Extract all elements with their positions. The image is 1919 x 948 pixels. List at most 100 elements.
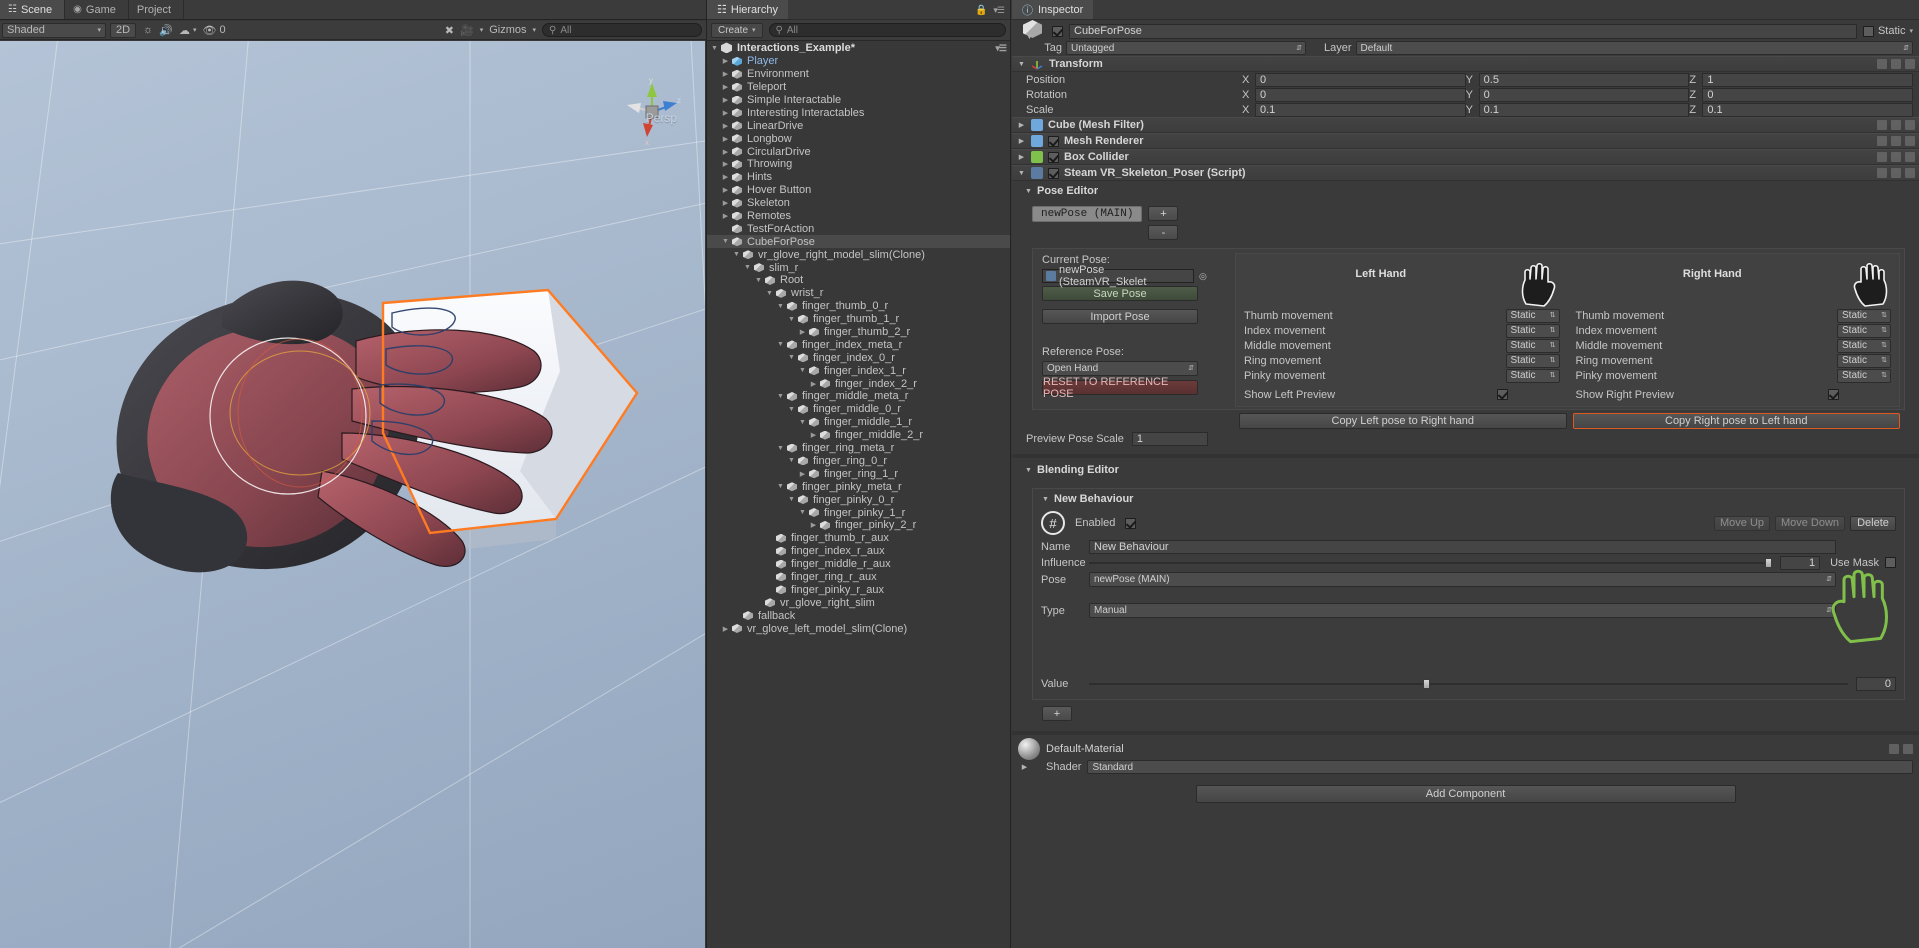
hierarchy-item-root[interactable]: ▼ Root xyxy=(707,274,1010,287)
gear-icon[interactable] xyxy=(1905,120,1915,130)
transform-rotation-y-input[interactable]: 0 xyxy=(1478,87,1690,102)
value-slider[interactable] xyxy=(1089,677,1848,691)
chevron-down-icon[interactable]: ▼ xyxy=(720,238,731,245)
chevron-down-icon[interactable]: ▼ xyxy=(797,509,808,516)
hierarchy-item-teleport[interactable]: ▶ Teleport xyxy=(707,81,1010,94)
hierarchy-item-finger-middle-0-r[interactable]: ▼ finger_middle_0_r xyxy=(707,403,1010,416)
hierarchy-item-fallback[interactable]: ▶fallback xyxy=(707,609,1010,622)
chevron-down-icon[interactable]: ▼ xyxy=(1017,61,1026,68)
hierarchy-item-finger-index-1-r[interactable]: ▼ finger_index_1_r xyxy=(707,364,1010,377)
right-hand-middle-movement-dropdown[interactable]: Static ⇅ xyxy=(1837,338,1891,353)
chevron-right-icon[interactable]: ▶ xyxy=(808,380,819,388)
hierarchy-item-cubeforpose[interactable]: ▼ CubeForPose xyxy=(707,235,1010,249)
scene-viewport[interactable]: y z x Persp xyxy=(0,41,705,948)
chevron-down-icon[interactable]: ▼ xyxy=(775,483,786,490)
chevron-down-icon[interactable]: ▼ xyxy=(753,277,764,284)
blending-editor-title-row[interactable]: ▼ Blending Editor xyxy=(1024,464,1919,476)
tab-hierarchy[interactable]: ☷ Hierarchy xyxy=(707,0,788,19)
component-header-box-collider[interactable]: ▶ Box Collider xyxy=(1012,149,1919,165)
gear-icon[interactable] xyxy=(1905,168,1915,178)
hierarchy-item-finger-middle-r-aux[interactable]: ▶finger_middle_r_aux xyxy=(707,558,1010,571)
hierarchy-item-finger-thumb-2-r[interactable]: ▶ finger_thumb_2_r xyxy=(707,326,1010,339)
hierarchy-item-vr-glove-right-slim[interactable]: ▶vr_glove_right_slim xyxy=(707,596,1010,609)
hierarchy-item-lineardrive[interactable]: ▶ LinearDrive xyxy=(707,119,1010,132)
gear-icon[interactable] xyxy=(1905,136,1915,146)
object-enabled-checkbox[interactable] xyxy=(1052,25,1063,37)
right-hand-thumb-movement-dropdown[interactable]: Static ⇅ xyxy=(1837,308,1891,323)
help-icon[interactable] xyxy=(1877,59,1887,69)
value-input[interactable]: 0 xyxy=(1856,676,1896,691)
behaviour-type-dropdown[interactable]: Manual ⇵ xyxy=(1089,603,1836,618)
chevron-down-icon[interactable]: ▼ xyxy=(786,316,797,323)
help-icon[interactable] xyxy=(1877,136,1887,146)
hierarchy-item-finger-thumb-0-r[interactable]: ▼ finger_thumb_0_r xyxy=(707,300,1010,313)
hierarchy-item-slim-r[interactable]: ▼ slim_r xyxy=(707,261,1010,274)
chevron-down-icon[interactable]: ▼ xyxy=(1024,188,1033,195)
help-icon[interactable] xyxy=(1877,120,1887,130)
copy-right-to-left-button[interactable]: Copy Right pose to Left hand xyxy=(1572,413,1900,429)
left-hand-thumb-movement-dropdown[interactable]: Static ⇅ xyxy=(1505,308,1560,323)
hierarchy-item-finger-pinky-r-aux[interactable]: ▶finger_pinky_r_aux xyxy=(707,583,1010,596)
hierarchy-item-hints[interactable]: ▶ Hints xyxy=(707,171,1010,184)
chevron-down-icon[interactable]: ▼ xyxy=(1017,170,1026,177)
move-down-button[interactable]: Move Down xyxy=(1775,515,1845,531)
chevron-down-icon[interactable]: ▼ xyxy=(775,393,786,400)
hierarchy-item-finger-ring-meta-r[interactable]: ▼ finger_ring_meta_r xyxy=(707,442,1010,455)
influence-value-input[interactable]: 1 xyxy=(1780,555,1821,570)
hierarchy-item-circulardrive[interactable]: ▶ CircularDrive xyxy=(707,145,1010,158)
chevron-down-icon[interactable]: ▼ xyxy=(742,264,753,271)
scene-menu-icon[interactable]: ▾☰ xyxy=(995,43,1007,54)
component-enabled-checkbox[interactable] xyxy=(1048,135,1059,147)
hand-mask-icon[interactable] xyxy=(1822,565,1896,645)
hierarchy-item-interesting-interactables[interactable]: ▶ Interesting Interactables xyxy=(707,106,1010,119)
reset-to-reference-pose-button[interactable]: RESET TO REFERENCE POSE xyxy=(1042,376,1198,400)
tag-dropdown[interactable]: Untagged ⇵ xyxy=(1066,41,1306,55)
hierarchy-item-finger-ring-1-r[interactable]: ▶ finger_ring_1_r xyxy=(707,467,1010,480)
chevron-right-icon[interactable]: ▶ xyxy=(720,96,731,104)
hierarchy-item-finger-thumb-1-r[interactable]: ▼ finger_thumb_1_r xyxy=(707,313,1010,326)
hierarchy-item-longbow[interactable]: ▶ Longbow xyxy=(707,132,1010,145)
chevron-right-icon[interactable]: ▶ xyxy=(720,212,731,220)
transform-scale-z-input[interactable]: 0.1 xyxy=(1702,102,1914,117)
chevron-right-icon[interactable]: ▶ xyxy=(720,57,731,65)
behaviour-name-input[interactable]: New Behaviour xyxy=(1089,539,1836,554)
scene-visibility-toggle[interactable]: 👁 0 xyxy=(203,24,226,37)
chevron-down-icon[interactable]: ▼ xyxy=(786,354,797,361)
add-component-button[interactable]: Add Component xyxy=(1195,785,1736,803)
left-hand-index-movement-dropdown[interactable]: Static ⇅ xyxy=(1505,323,1560,338)
save-pose-button[interactable]: Save Pose xyxy=(1042,286,1198,301)
hierarchy-item-player[interactable]: ▶ Player xyxy=(707,55,1010,68)
left-hand-middle-movement-dropdown[interactable]: Static ⇅ xyxy=(1505,338,1560,353)
chevron-down-icon[interactable]: ▼ xyxy=(764,290,775,297)
material-header[interactable]: Default-Material xyxy=(1012,738,1919,760)
layer-dropdown[interactable]: Default ⇵ xyxy=(1355,41,1913,55)
slider-knob[interactable] xyxy=(1765,557,1773,568)
lighting-icon[interactable]: ☼ xyxy=(139,23,157,38)
chevron-right-icon[interactable]: ▶ xyxy=(808,521,819,529)
hierarchy-item-finger-pinky-0-r[interactable]: ▼ finger_pinky_0_r xyxy=(707,493,1010,506)
chevron-right-icon[interactable]: ▶ xyxy=(797,470,808,478)
2d-toggle-button[interactable]: 2D xyxy=(110,22,136,38)
preset-icon[interactable] xyxy=(1891,136,1901,146)
hierarchy-search-input[interactable]: ⚲ All xyxy=(768,23,1006,37)
chevron-down-icon[interactable]: ▼ xyxy=(731,251,742,258)
influence-slider[interactable] xyxy=(1089,556,1773,570)
chevron-down-icon[interactable]: ▼ xyxy=(709,45,720,52)
left-hand-pinky-movement-dropdown[interactable]: Static ⇅ xyxy=(1505,368,1560,383)
static-checkbox[interactable] xyxy=(1862,25,1874,37)
transform-scale-x-input[interactable]: 0.1 xyxy=(1255,102,1466,117)
delete-button[interactable]: Delete xyxy=(1850,515,1896,531)
help-icon[interactable] xyxy=(1877,152,1887,162)
chevron-down-icon[interactable]: ▼ xyxy=(775,445,786,452)
chevron-down-icon[interactable]: ▼ xyxy=(1024,467,1033,474)
transform-rotation-z-input[interactable]: 0 xyxy=(1702,87,1914,102)
audio-icon[interactable]: 🔊 xyxy=(157,23,175,38)
preset-icon[interactable] xyxy=(1891,59,1901,69)
pose-editor-title-row[interactable]: ▼ Pose Editor xyxy=(1024,185,1919,197)
hierarchy-item-testforaction[interactable]: ▶TestForAction xyxy=(707,222,1010,235)
slider-knob[interactable] xyxy=(1422,678,1430,689)
tools-icon[interactable]: ✖ xyxy=(445,24,454,37)
hierarchy-item-vr-glove-right-model-slim-clone-[interactable]: ▼ vr_glove_right_model_slim(Clone) xyxy=(707,248,1010,261)
hierarchy-item-skeleton[interactable]: ▶ Skeleton xyxy=(707,197,1010,210)
pose-tab-main[interactable]: newPose (MAIN) xyxy=(1032,206,1143,222)
